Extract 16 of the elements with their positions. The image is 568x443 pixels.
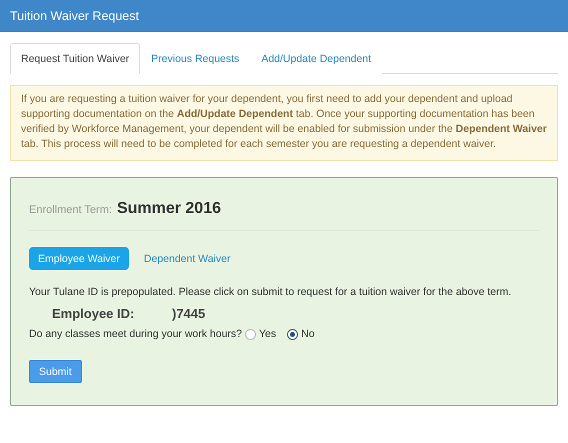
radio-button[interactable] <box>287 328 298 340</box>
term-label: Enrollment Term: <box>29 204 112 216</box>
question-text: Do any classes meet during your work hours? <box>29 328 242 340</box>
waiver-tab[interactable]: Dependent Waiver <box>134 247 240 270</box>
tab[interactable]: Request Tuition Waiver <box>10 43 140 74</box>
submit-button[interactable]: Submit <box>29 360 82 383</box>
notice-text: If you are requesting a tuition waiver for your dependent, you first need to add your dependent and upload supporting documentation on the Add/Update Dependent tab. Once your supporting documentation has been verified by Workforce Management, your dependent will be enabled for submission under the Dependent Waiver tab. This process will need to be completed for each semester you are requesting a dependent waiver. <box>10 85 558 161</box>
waiver-tab[interactable]: Employee Waiver <box>29 247 129 270</box>
term-value: Summer 2016 <box>116 200 221 218</box>
window-title: Tuition Waiver Request <box>0 0 568 32</box>
option-label[interactable]: No <box>301 328 315 340</box>
radio-button[interactable] <box>245 328 256 340</box>
info-text: Your Tulane ID is prepopulated. Please click on submit to request for a tuition waiver for the above term. <box>29 286 512 298</box>
option-label[interactable]: Yes <box>259 328 276 340</box>
id-label: Employee ID: <box>52 306 136 321</box>
id-value: )7445 <box>172 306 206 321</box>
